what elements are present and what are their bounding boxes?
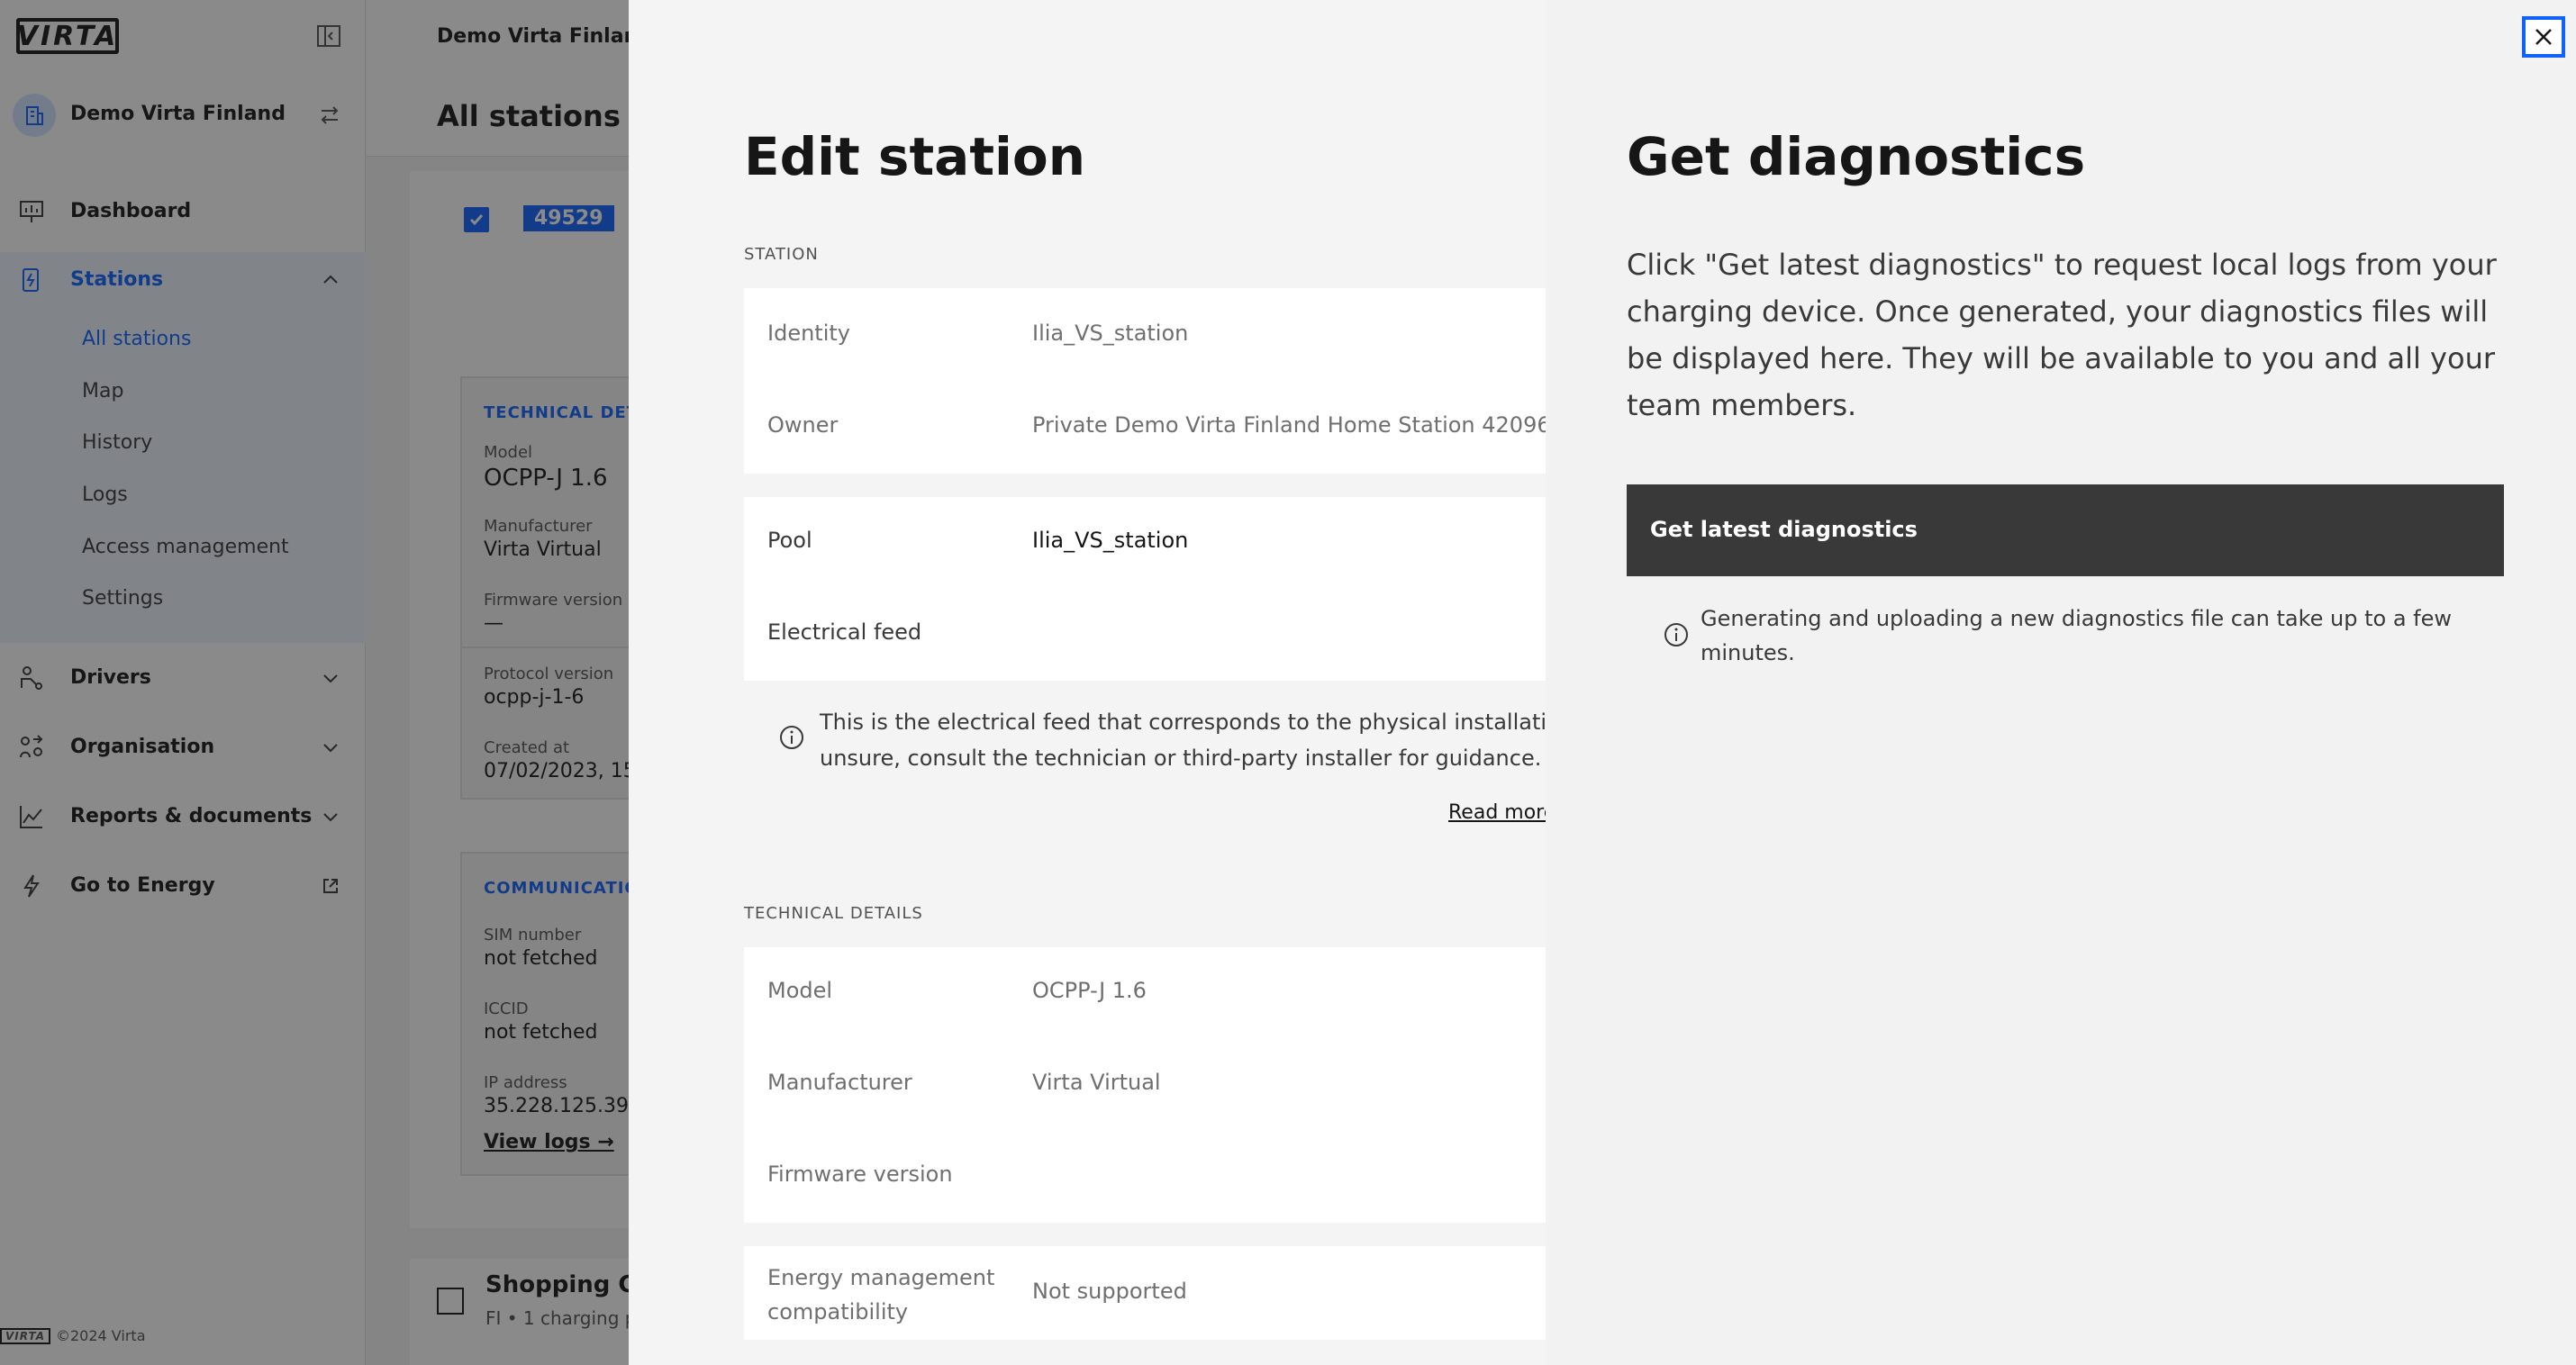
get-latest-diagnostics-button[interactable]: Get latest diagnostics <box>1627 484 2504 576</box>
pool-feed-box: Pool Ilia_VS_station Electrical feed <box>744 497 1546 681</box>
energy-management-label: Energy management compatibility <box>767 1265 995 1324</box>
station-info-box: Identity Ilia_VS_station Owner Private D… <box>744 288 1546 474</box>
section-label: TECHNICAL DETAILS <box>744 904 923 923</box>
energy-management-value: Not supported <box>1032 1279 1187 1304</box>
drawer-title: Get diagnostics <box>1627 126 2086 187</box>
electrical-feed-label: Electrical feed <box>767 619 922 645</box>
edit-station-drawer: Edit station STATION Identity Ilia_VS_st… <box>629 0 1546 1365</box>
section-label: STATION <box>744 245 819 264</box>
close-icon <box>2535 29 2552 45</box>
manufacturer-value: Virta Virtual <box>1032 1070 1161 1095</box>
identity-value: Ilia_VS_station <box>1032 321 1189 346</box>
owner-value: Private Demo Virta Finland Home Station … <box>1032 412 1546 438</box>
pool-label: Pool <box>767 528 812 553</box>
close-button[interactable] <box>2522 16 2565 58</box>
drawer-title: Edit station <box>744 126 1086 187</box>
diagnostics-note: Generating and uploading a new diagnosti… <box>1701 606 2452 665</box>
info-icon <box>780 726 803 749</box>
model-label: Model <box>767 978 833 1003</box>
technical-details-box: Model OCPP-J 1.6 Manufacturer Virta Virt… <box>744 947 1546 1223</box>
manufacturer-label: Manufacturer <box>767 1070 912 1095</box>
electrical-feed-note: This is the electrical feed that corresp… <box>820 710 1546 771</box>
identity-label: Identity <box>767 321 850 346</box>
get-diagnostics-drawer: Get diagnostics Click "Get latest diagno… <box>1546 0 2576 1365</box>
info-icon <box>1664 623 1688 646</box>
firmware-label: Firmware version <box>767 1162 953 1187</box>
owner-label: Owner <box>767 412 839 438</box>
energy-management-box: Energy management compatibility Not supp… <box>744 1246 1546 1340</box>
diagnostics-description: Click "Get latest diagnostics" to reques… <box>1627 248 2497 422</box>
read-more-link[interactable]: Read more <box>1448 801 1546 824</box>
pool-select[interactable]: Ilia_VS_station <box>1032 528 1188 553</box>
model-value: OCPP-J 1.6 <box>1032 978 1147 1003</box>
